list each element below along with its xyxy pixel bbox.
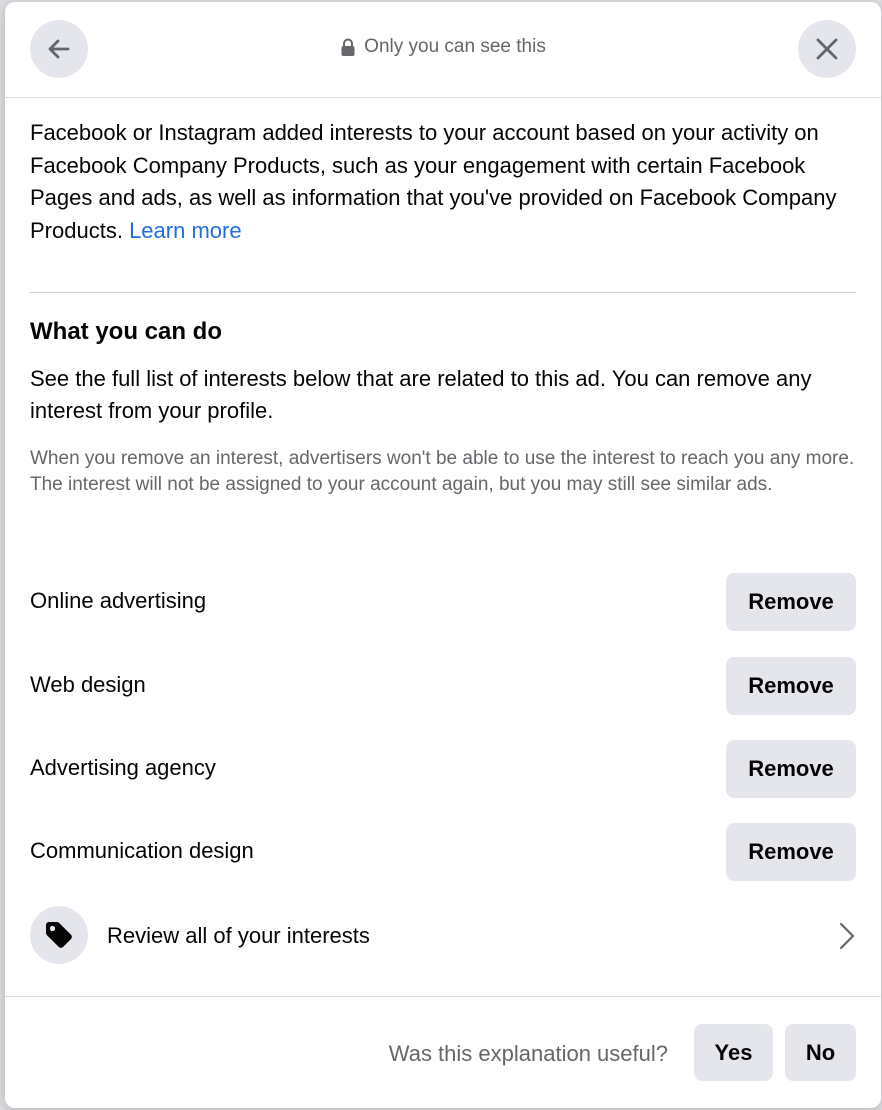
intro-text: Facebook or Instagram added interests to… xyxy=(30,117,856,247)
header-title: Only you can see this xyxy=(364,36,546,57)
interest-label: Web design xyxy=(30,672,146,697)
ad-explanation-dialog: Only you can see this Facebook or Instag… xyxy=(5,2,881,1108)
learn-more-link[interactable]: Learn more xyxy=(129,218,242,243)
dialog-header: Only you can see this xyxy=(5,2,881,98)
interest-row: Online advertising Remove xyxy=(30,573,856,631)
privacy-notice: Only you can see this xyxy=(5,36,881,58)
interest-label: Advertising agency xyxy=(30,755,216,780)
interest-row: Communication design Remove xyxy=(30,823,856,881)
chevron-right-icon xyxy=(839,922,855,950)
interest-label: Communication design xyxy=(30,838,254,863)
section-title: What you can do xyxy=(30,318,222,345)
review-interests-link[interactable]: Review all of your interests xyxy=(30,906,856,966)
remove-button[interactable]: Remove xyxy=(726,823,856,881)
feedback-question: Was this explanation useful? xyxy=(388,1041,668,1066)
no-button[interactable]: No xyxy=(785,1024,856,1081)
remove-button[interactable]: Remove xyxy=(726,657,856,715)
feedback-footer: Was this explanation useful? Yes No xyxy=(5,996,881,1108)
lock-icon xyxy=(341,38,355,56)
remove-button[interactable]: Remove xyxy=(726,740,856,798)
section-divider xyxy=(30,292,856,293)
interest-row: Advertising agency Remove xyxy=(30,740,856,798)
remove-button[interactable]: Remove xyxy=(726,573,856,631)
close-button[interactable] xyxy=(798,20,856,78)
interest-label: Online advertising xyxy=(30,588,207,613)
section-description: See the full list of interests below tha… xyxy=(30,366,812,423)
close-icon xyxy=(816,38,838,60)
tag-icon xyxy=(46,922,72,948)
yes-button[interactable]: Yes xyxy=(694,1024,773,1081)
tag-icon-circle xyxy=(30,906,88,964)
intro-section: Facebook or Instagram added interests to… xyxy=(30,117,856,247)
removal-note: When you remove an interest, advertisers… xyxy=(30,448,855,495)
review-label: Review all of your interests xyxy=(107,923,370,948)
interest-row: Web design Remove xyxy=(30,657,856,715)
